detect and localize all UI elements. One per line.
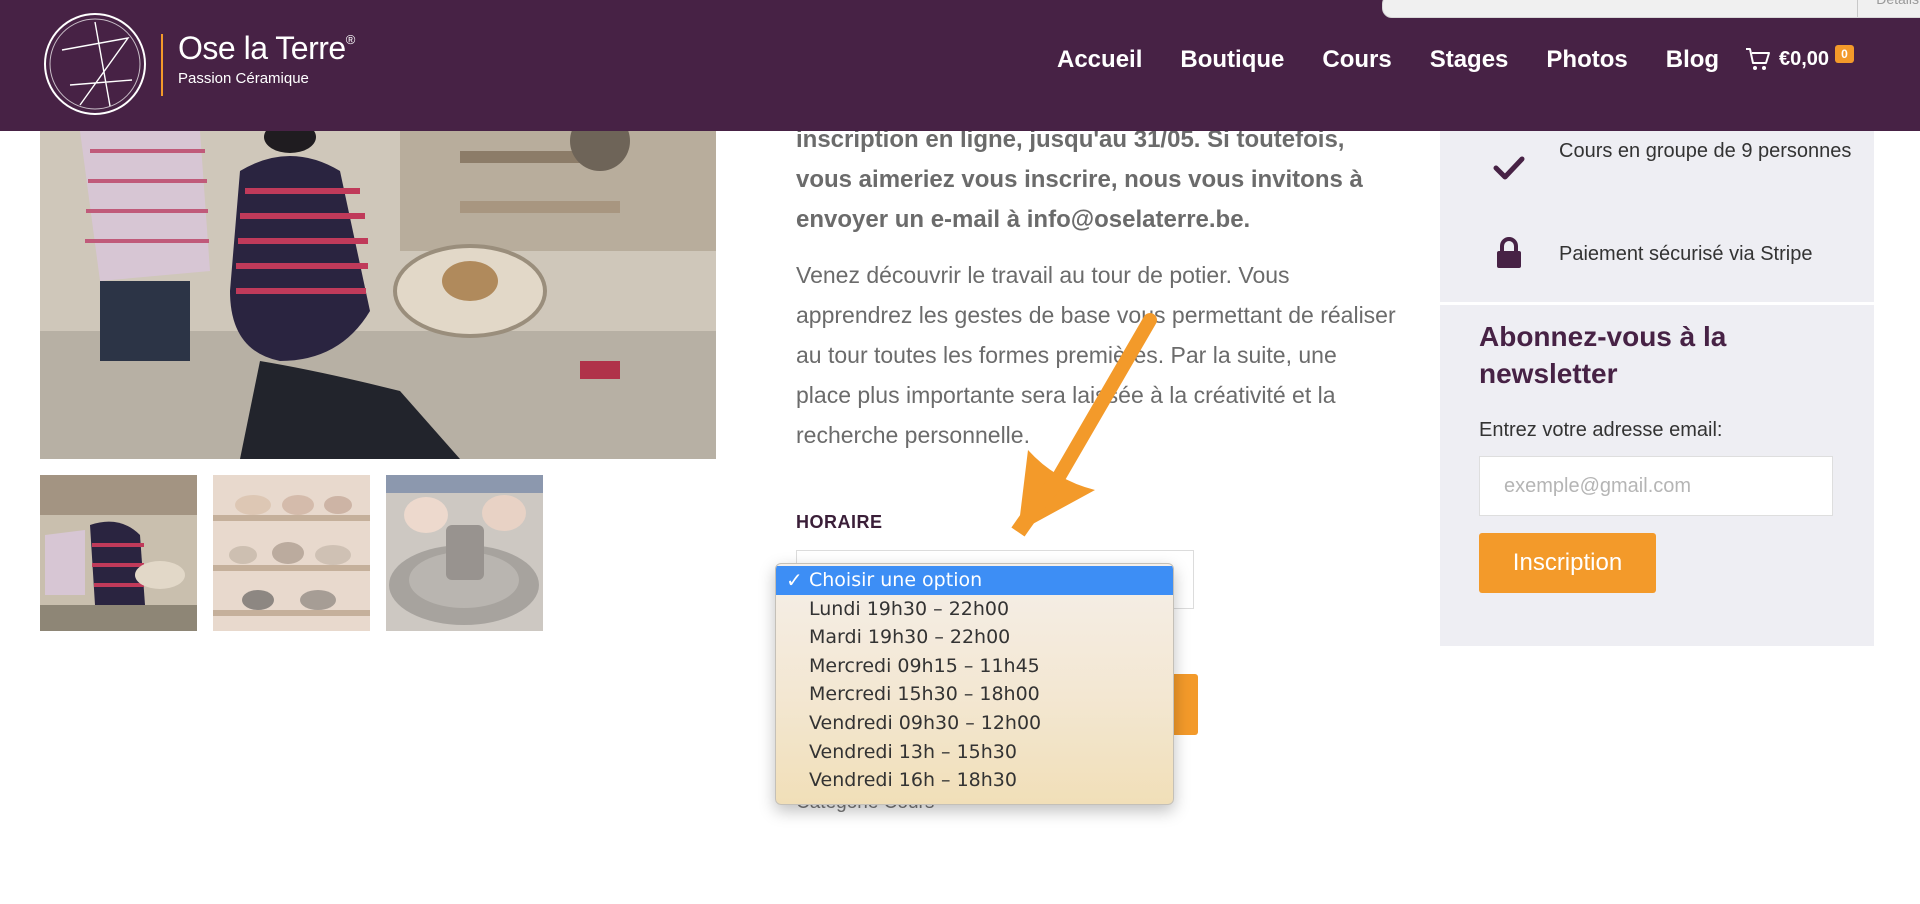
cart-icon <box>1746 48 1770 70</box>
site-header: Details Ose la Terre® Passion Céramique … <box>0 0 1920 131</box>
product-main-image[interactable] <box>40 131 716 459</box>
thumb-workshop-image <box>40 475 197 631</box>
pottery-workshop-photo <box>40 131 716 459</box>
brand-name[interactable]: Ose la Terre® <box>178 30 355 67</box>
sidebar-divider <box>1440 302 1874 305</box>
nav-photos[interactable]: Photos <box>1546 46 1627 74</box>
logo-divider <box>161 34 163 96</box>
gallery-thumb-1[interactable] <box>40 475 197 631</box>
cart-total: €0,00 <box>1779 47 1830 70</box>
brand-name-text: Ose la Terre <box>178 30 346 66</box>
thumb-shelves-image <box>213 475 370 631</box>
option-mardi-1930[interactable]: Mardi 19h30 – 22h00 <box>776 623 1173 652</box>
feature-text: Paiement sécurisé via Stripe <box>1559 243 1813 265</box>
logo-icon[interactable] <box>40 10 150 118</box>
nav-cours[interactable]: Cours <box>1322 46 1391 74</box>
brand-tagline: Passion Céramique <box>178 70 309 87</box>
orange-arrow-icon <box>1011 313 1157 537</box>
top-search-button[interactable]: Details <box>1857 0 1919 17</box>
nav-blog[interactable]: Blog <box>1666 46 1719 74</box>
top-search-bar[interactable]: Details <box>1382 0 1920 18</box>
checkmark-icon: ✓ <box>786 568 803 592</box>
nav-boutique[interactable]: Boutique <box>1180 46 1284 74</box>
registration-notice: inscription en ligne, jusqu'au 31/05. Si… <box>796 126 1363 233</box>
sidebar: Cours en groupe de 9 personnes Paiement … <box>1440 131 1874 646</box>
option-vendredi-13h[interactable]: Vendredi 13h – 15h30 <box>776 738 1173 767</box>
thumb-wheel-image <box>386 475 543 631</box>
email-label: Entrez votre adresse email: <box>1479 419 1723 441</box>
nav-accueil[interactable]: Accueil <box>1057 46 1142 74</box>
option-mercredi-1530[interactable]: Mercredi 15h30 – 18h00 <box>776 680 1173 709</box>
option-mercredi-0915[interactable]: Mercredi 09h15 – 11h45 <box>776 652 1173 681</box>
option-lundi-1930[interactable]: Lundi 19h30 – 22h00 <box>776 595 1173 624</box>
cart-count-badge: 0 <box>1835 45 1854 63</box>
cart-link[interactable]: €0,00 0 <box>1745 45 1854 72</box>
main-nav: Accueil Boutique Cours Stages Photos Blo… <box>1057 46 1757 74</box>
option-vendredi-16h[interactable]: Vendredi 16h – 18h30 <box>776 766 1173 795</box>
option-label: Choisir une option <box>809 569 983 591</box>
registered-mark: ® <box>345 32 356 47</box>
gallery-thumb-3[interactable] <box>386 475 543 631</box>
newsletter-email-input[interactable]: exemple@gmail.com <box>1479 456 1833 516</box>
gallery-thumb-2[interactable] <box>213 475 370 631</box>
horaire-label: HORAIRE <box>796 512 883 532</box>
nav-stages[interactable]: Stages <box>1430 46 1509 74</box>
lock-icon <box>1497 237 1521 268</box>
feature-text: Cours en groupe de 9 personnes <box>1559 140 1852 162</box>
option-vendredi-0930[interactable]: Vendredi 09h30 – 12h00 <box>776 709 1173 738</box>
newsletter-title: Abonnez-vous à la newsletter <box>1479 321 1727 389</box>
horaire-options-list: ✓ Choisir une option Lundi 19h30 – 22h00… <box>775 563 1174 805</box>
check-icon <box>1493 156 1525 180</box>
option-choisir[interactable]: ✓ Choisir une option <box>776 566 1173 595</box>
newsletter-subscribe-button[interactable]: Inscription <box>1479 533 1656 593</box>
